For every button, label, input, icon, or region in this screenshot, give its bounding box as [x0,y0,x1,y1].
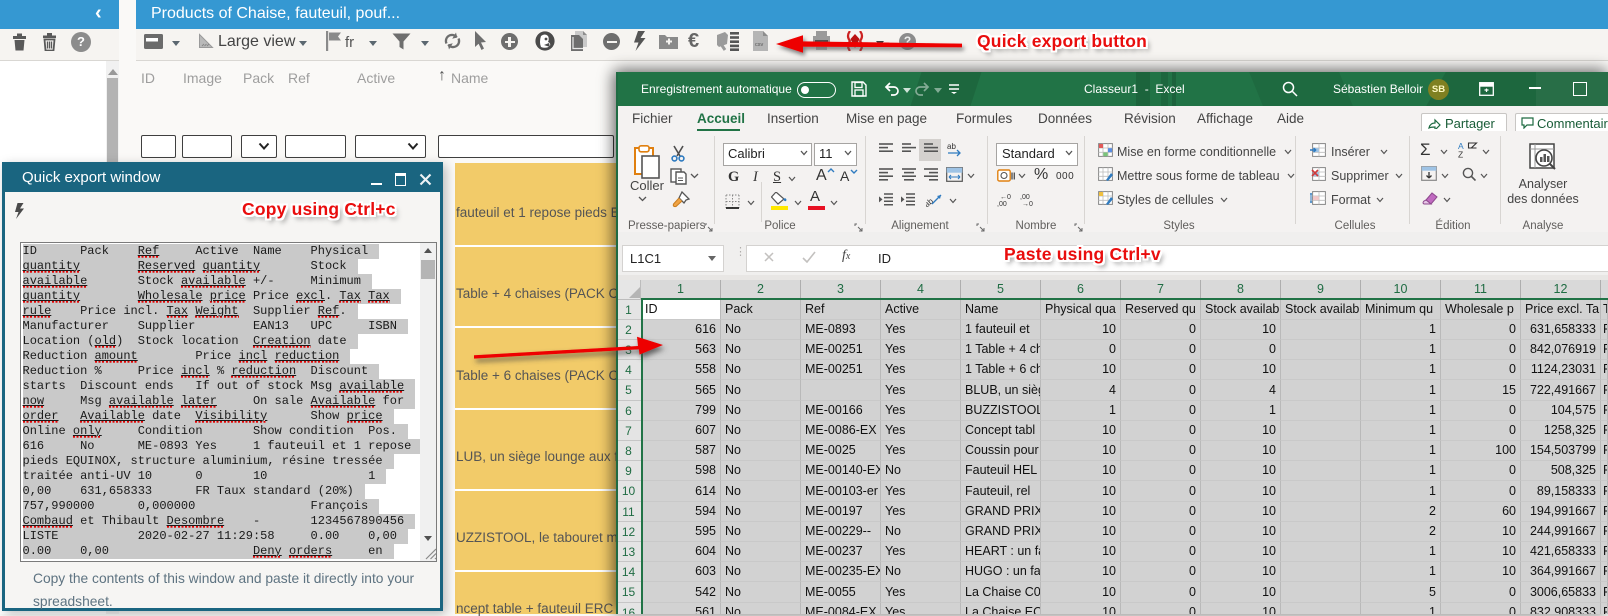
svg-text:csv: csv [755,42,764,48]
svg-text:,00: ,00 [1020,194,1030,201]
svg-text:Z: Z [1458,150,1463,159]
svg-text:←0: ←0 [1000,194,1011,201]
svg-text:→0: →0 [1022,201,1033,207]
svg-text:ab: ab [947,142,956,151]
svg-text:,00: ,00 [997,201,1007,207]
